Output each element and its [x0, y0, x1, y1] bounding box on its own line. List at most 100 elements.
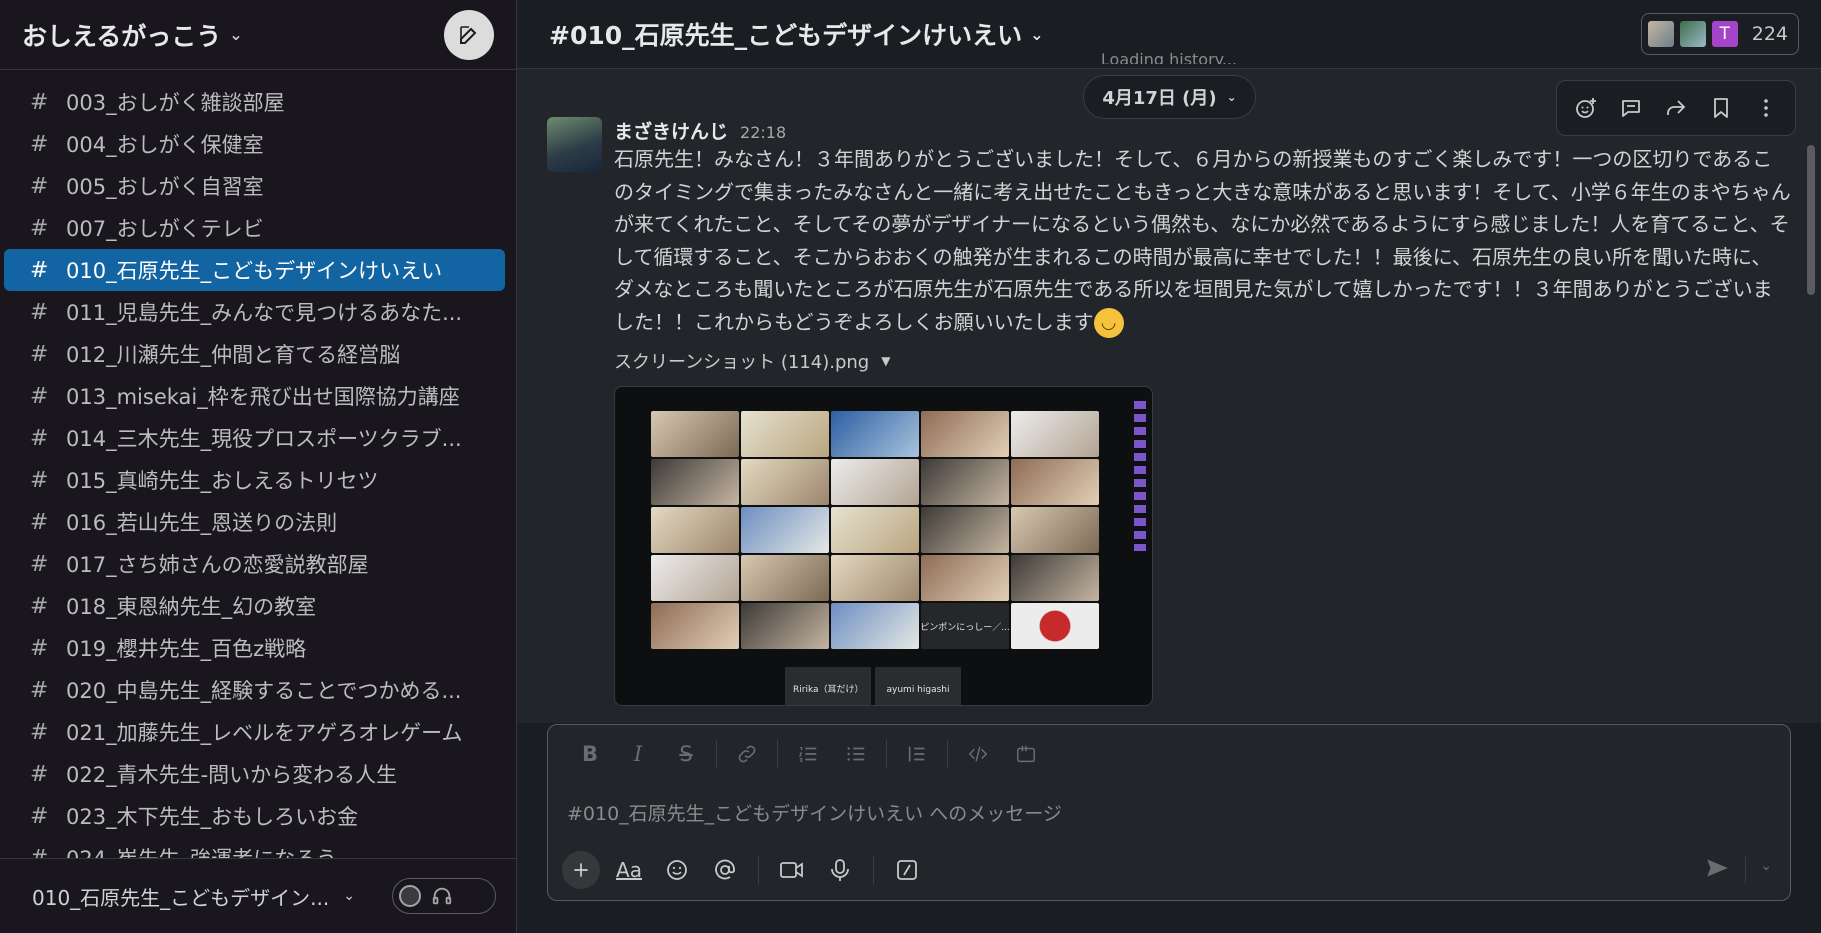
- sidebar-channel-item[interactable]: #003_おしがく雑談部屋: [4, 81, 505, 123]
- huddle-toggle[interactable]: [392, 878, 496, 914]
- current-channel-button[interactable]: 010_石原先生_こどもデザイン... ⌄: [32, 882, 355, 911]
- sidebar-channel-item[interactable]: #010_石原先生_こどもデザインけいえい: [4, 249, 505, 291]
- message-input[interactable]: #010_石原先生_こどもデザインけいえい へのメッセージ: [548, 783, 1790, 841]
- bulleted-list-icon[interactable]: [832, 736, 880, 772]
- sidebar-channel-item[interactable]: #015_真崎先生_おしえるトリセツ: [4, 459, 505, 501]
- format-text-label: Aa: [616, 858, 642, 882]
- shortcuts-button[interactable]: [888, 851, 926, 889]
- message-time[interactable]: 22:18: [740, 123, 786, 142]
- channel-label: 012_川瀬先生_仲間と育てる経営脳: [66, 343, 401, 367]
- hash-icon: #: [30, 341, 49, 367]
- video-camera-icon: [780, 862, 803, 878]
- message-list: まざきけんじ 22:18 石原先生！みなさん！３年間ありがとうございました！そし…: [517, 69, 1821, 723]
- composer-toolbar: Aa ⌄: [548, 841, 1790, 899]
- emoji-button[interactable]: [658, 851, 696, 889]
- sidebar-channel-item[interactable]: #020_中島先生_経験することでつかめる...: [4, 669, 505, 711]
- hash-icon: #: [30, 215, 49, 241]
- hash-icon: #: [30, 635, 49, 661]
- video-clip-button[interactable]: [773, 851, 811, 889]
- workspace-header: おしえるがっこう ⌄: [0, 0, 516, 70]
- italic-icon[interactable]: I: [614, 736, 662, 772]
- reply-thread-icon[interactable]: [1616, 93, 1646, 123]
- microphone-icon: [831, 859, 849, 881]
- link-icon[interactable]: [723, 736, 771, 772]
- video-tile: [921, 555, 1009, 601]
- message-composer: B I S #010_石原先生_こどもデザインけいえい へのメッセージ Aa ⌄: [547, 724, 1791, 901]
- ordered-list-icon[interactable]: [784, 736, 832, 772]
- channel-label: 010_石原先生_こどもデザインけいえい: [66, 259, 443, 283]
- compose-button[interactable]: [444, 9, 494, 60]
- workspace-name: おしえるがっこう: [22, 21, 222, 51]
- code-icon[interactable]: [954, 736, 1002, 772]
- hash-icon: #: [30, 89, 49, 115]
- sidebar-channel-item[interactable]: #012_川瀬先生_仲間と育てる経営脳: [4, 333, 505, 375]
- video-tile: [1011, 603, 1099, 649]
- compose-icon: [460, 25, 477, 44]
- sidebar-channel-item[interactable]: #011_児島先生_みんなで見つけるあなた...: [4, 291, 505, 333]
- sidebar-channel-item[interactable]: #022_青木先生-問いから変わる人生: [4, 753, 505, 795]
- code-block-icon[interactable]: [1002, 736, 1050, 772]
- channel-label: 023_木下先生_おもしろいお金: [66, 805, 359, 829]
- audio-clip-button[interactable]: [821, 851, 859, 889]
- members-button[interactable]: T 224: [1640, 13, 1799, 55]
- sidebar-channel-item[interactable]: #016_若山先生_恩送りの法則: [4, 501, 505, 543]
- chevron-down-icon: ⌄: [229, 25, 243, 44]
- mention-button[interactable]: [706, 851, 744, 889]
- sidebar-channel-item[interactable]: #013_misekai_枠を飛び出せ国際協力講座: [4, 375, 505, 417]
- add-reaction-icon[interactable]: [1571, 93, 1601, 123]
- channel-title-button[interactable]: #010_石原先生_こどもデザインけいえい ⌄: [549, 16, 1044, 52]
- date-divider-button[interactable]: 4月17日 (月) ⌄: [1083, 75, 1256, 119]
- blockquote-icon[interactable]: [893, 736, 941, 772]
- sidebar-channel-item[interactable]: #014_三木先生_現役プロスポーツクラブ...: [4, 417, 505, 459]
- bookmark-icon[interactable]: [1706, 93, 1736, 123]
- loading-history: Loading history...: [1100, 50, 1238, 64]
- scrollbar[interactable]: [1807, 145, 1815, 295]
- video-tile: [741, 555, 829, 601]
- workspace-name-button[interactable]: おしえるがっこう ⌄: [22, 17, 243, 53]
- bold-icon[interactable]: B: [566, 736, 614, 772]
- message-actions-toolbar: [1556, 80, 1796, 136]
- sidebar-channel-item[interactable]: #021_加藤先生_レベルをアゲろオレゲーム: [4, 711, 505, 753]
- schedule-send-chevron-icon[interactable]: ⌄: [1760, 858, 1772, 874]
- attachment-header[interactable]: スクリーンショット (114).png ▼: [614, 348, 1791, 374]
- strikethrough-icon[interactable]: S: [662, 736, 710, 772]
- channel-title: #010_石原先生_こどもデザインけいえい: [549, 21, 1023, 50]
- sidebar-channel-item[interactable]: #024_崔先生_強運者になろう: [4, 837, 505, 859]
- video-tile: [831, 411, 919, 457]
- video-tile-text: ピンポンにっしー／...: [921, 603, 1009, 649]
- channel-label: 018_東恩納先生_幻の教室: [66, 595, 317, 619]
- more-actions-icon[interactable]: [1751, 93, 1781, 123]
- hash-icon: #: [30, 173, 49, 199]
- attachment-image[interactable]: ピンポンにっしー／... Ririka（耳だけ） ayumi higashi: [614, 386, 1153, 706]
- sidebar-channel-item[interactable]: #018_東恩納先生_幻の教室: [4, 585, 505, 627]
- hash-icon: #: [30, 761, 49, 787]
- send-button[interactable]: [1704, 855, 1730, 881]
- sidebar-channel-item[interactable]: #023_木下先生_おもしろいお金: [4, 795, 505, 837]
- share-icon[interactable]: [1661, 93, 1691, 123]
- screenshot-sidebar: [1134, 401, 1146, 551]
- sidebar-footer: 010_石原先生_こどもデザイン... ⌄: [0, 858, 516, 933]
- at-sign-icon: [715, 859, 735, 880]
- attach-plus-button[interactable]: [562, 851, 600, 889]
- formatting-toolbar: B I S: [548, 725, 1790, 783]
- hash-icon: #: [30, 803, 49, 829]
- sidebar-channel-item[interactable]: #007_おしがくテレビ: [4, 207, 505, 249]
- channel-label: 013_misekai_枠を飛び出せ国際協力講座: [66, 385, 460, 409]
- message: まざきけんじ 22:18 石原先生！みなさん！３年間ありがとうございました！そし…: [547, 117, 1801, 706]
- sidebar-channel-item[interactable]: #004_おしがく保健室: [4, 123, 505, 165]
- message-author[interactable]: まざきけんじ: [614, 117, 728, 144]
- channel-label: 007_おしがくテレビ: [66, 217, 264, 241]
- sidebar-channel-item[interactable]: #005_おしがく自習室: [4, 165, 505, 207]
- channel-label: 021_加藤先生_レベルをアゲろオレゲーム: [66, 721, 463, 745]
- hash-icon: #: [30, 257, 49, 283]
- sidebar-channel-item[interactable]: #017_さち姉さんの恋愛説教部屋: [4, 543, 505, 585]
- video-tile: [831, 555, 919, 601]
- channel-label: 014_三木先生_現役プロスポーツクラブ...: [66, 427, 462, 451]
- video-tile: [921, 411, 1009, 457]
- sidebar-channel-item[interactable]: #019_櫻井先生_百色z戦略: [4, 627, 505, 669]
- video-tile: [741, 603, 829, 649]
- hash-icon: #: [30, 425, 49, 451]
- hash-icon: #: [30, 845, 49, 859]
- format-text-button[interactable]: Aa: [610, 851, 648, 889]
- avatar[interactable]: [547, 117, 602, 172]
